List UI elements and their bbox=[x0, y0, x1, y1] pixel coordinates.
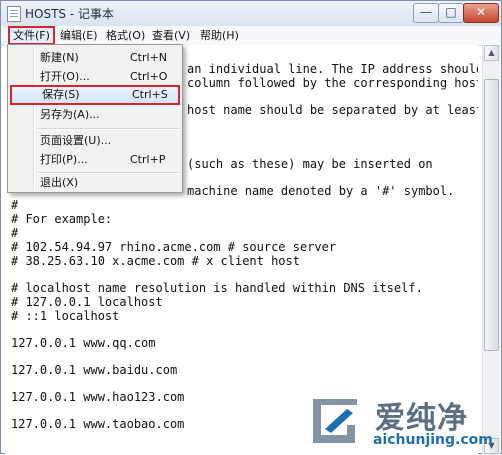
menu-item-new[interactable]: 新建(N) Ctrl+N bbox=[10, 48, 180, 68]
text-line: 127.0.0.1 www.baidu.com bbox=[11, 363, 178, 377]
menu-item-label: 退出(X) bbox=[40, 176, 79, 189]
menu-item-shortcut: Ctrl+S bbox=[132, 88, 168, 101]
menu-item-page-setup[interactable]: 页面设置(U)... bbox=[10, 131, 180, 151]
menu-item-save[interactable]: 保存(S) Ctrl+S bbox=[10, 85, 180, 105]
title-bar[interactable]: HOSTS - 记事本 — □ ✕ bbox=[1, 1, 501, 27]
menu-view[interactable]: 查看(V) bbox=[149, 28, 193, 44]
watermark-url: aichunjing.com bbox=[373, 432, 493, 448]
menu-file[interactable]: 文件(F) bbox=[8, 26, 55, 45]
text-line: 127.0.0.1 www.qq.com bbox=[11, 336, 156, 350]
watermark-brand: 爱纯净 bbox=[375, 401, 468, 436]
menu-item-save-as[interactable]: 另存为(A)... bbox=[10, 105, 180, 125]
text-line: # localhost name resolution is handled w… bbox=[11, 281, 423, 295]
text-line: # bbox=[11, 198, 19, 212]
menu-separator bbox=[38, 128, 180, 130]
close-button[interactable]: ✕ bbox=[463, 3, 499, 23]
text-line: # For example: bbox=[11, 212, 113, 226]
menu-item-label: 新建(N) bbox=[40, 51, 79, 64]
menu-item-label: 打开(O)... bbox=[40, 70, 90, 83]
menu-bar: 文件(F) 编辑(E) 格式(O) 查看(V) 帮助(H) bbox=[1, 26, 501, 46]
text-line: # bbox=[11, 226, 19, 240]
text-line: (such as these) may be inserted on bbox=[187, 157, 433, 171]
text-line: # 38.25.63.10 x.acme.com # x client host bbox=[11, 254, 300, 268]
file-menu-dropdown: 新建(N) Ctrl+N 打开(O)... Ctrl+O 保存(S) Ctrl+… bbox=[7, 44, 183, 193]
notepad-window: HOSTS - 记事本 — □ ✕ 文件(F) 编辑(E) 格式(O) 查看(V… bbox=[0, 0, 502, 455]
vertical-scrollbar[interactable]: ▲ ▼ bbox=[482, 45, 500, 455]
menu-item-shortcut: Ctrl+N bbox=[130, 51, 168, 64]
text-line: 127.0.0.1 www.hao123.com bbox=[11, 390, 185, 404]
maximize-button[interactable]: □ bbox=[438, 3, 464, 23]
menu-item-label: 另存为(A)... bbox=[40, 108, 100, 121]
menu-item-print[interactable]: 打印(P)... Ctrl+P bbox=[10, 150, 180, 170]
menu-item-exit[interactable]: 退出(X) bbox=[10, 173, 180, 193]
menu-edit[interactable]: 编辑(E) bbox=[57, 28, 101, 44]
menu-item-open[interactable]: 打开(O)... Ctrl+O bbox=[10, 67, 180, 87]
notepad-icon bbox=[7, 6, 21, 22]
menu-help[interactable]: 帮助(H) bbox=[197, 28, 242, 44]
text-line: column followed by the corresponding hos… bbox=[187, 76, 478, 90]
text-line: host name should be separated by at leas… bbox=[187, 103, 478, 117]
text-line: machine name denoted by a '#' symbol. bbox=[187, 184, 455, 198]
text-line: # 127.0.0.1 localhost bbox=[11, 295, 163, 309]
scroll-thumb[interactable] bbox=[484, 79, 499, 351]
window-title: HOSTS - 记事本 bbox=[25, 7, 114, 21]
menu-item-shortcut: Ctrl+O bbox=[130, 70, 168, 83]
text-line: 127.0.0.1 www.taobao.com bbox=[11, 417, 185, 431]
text-line: # ::1 localhost bbox=[11, 309, 120, 323]
minimize-button[interactable]: — bbox=[413, 3, 439, 23]
menu-format[interactable]: 格式(O) bbox=[103, 28, 148, 44]
menu-item-label: 页面设置(U)... bbox=[40, 134, 112, 147]
menu-item-shortcut: Ctrl+P bbox=[130, 153, 166, 166]
scroll-up-arrow-icon[interactable]: ▲ bbox=[484, 45, 499, 61]
menu-item-label: 保存(S) bbox=[42, 88, 80, 101]
menu-item-label: 打印(P)... bbox=[40, 153, 88, 166]
text-line: # 102.54.94.97 rhino.acme.com # source s… bbox=[11, 240, 337, 254]
text-line: an individual line. The IP address shoul… bbox=[187, 62, 478, 76]
watermark-logo-icon bbox=[313, 399, 357, 443]
